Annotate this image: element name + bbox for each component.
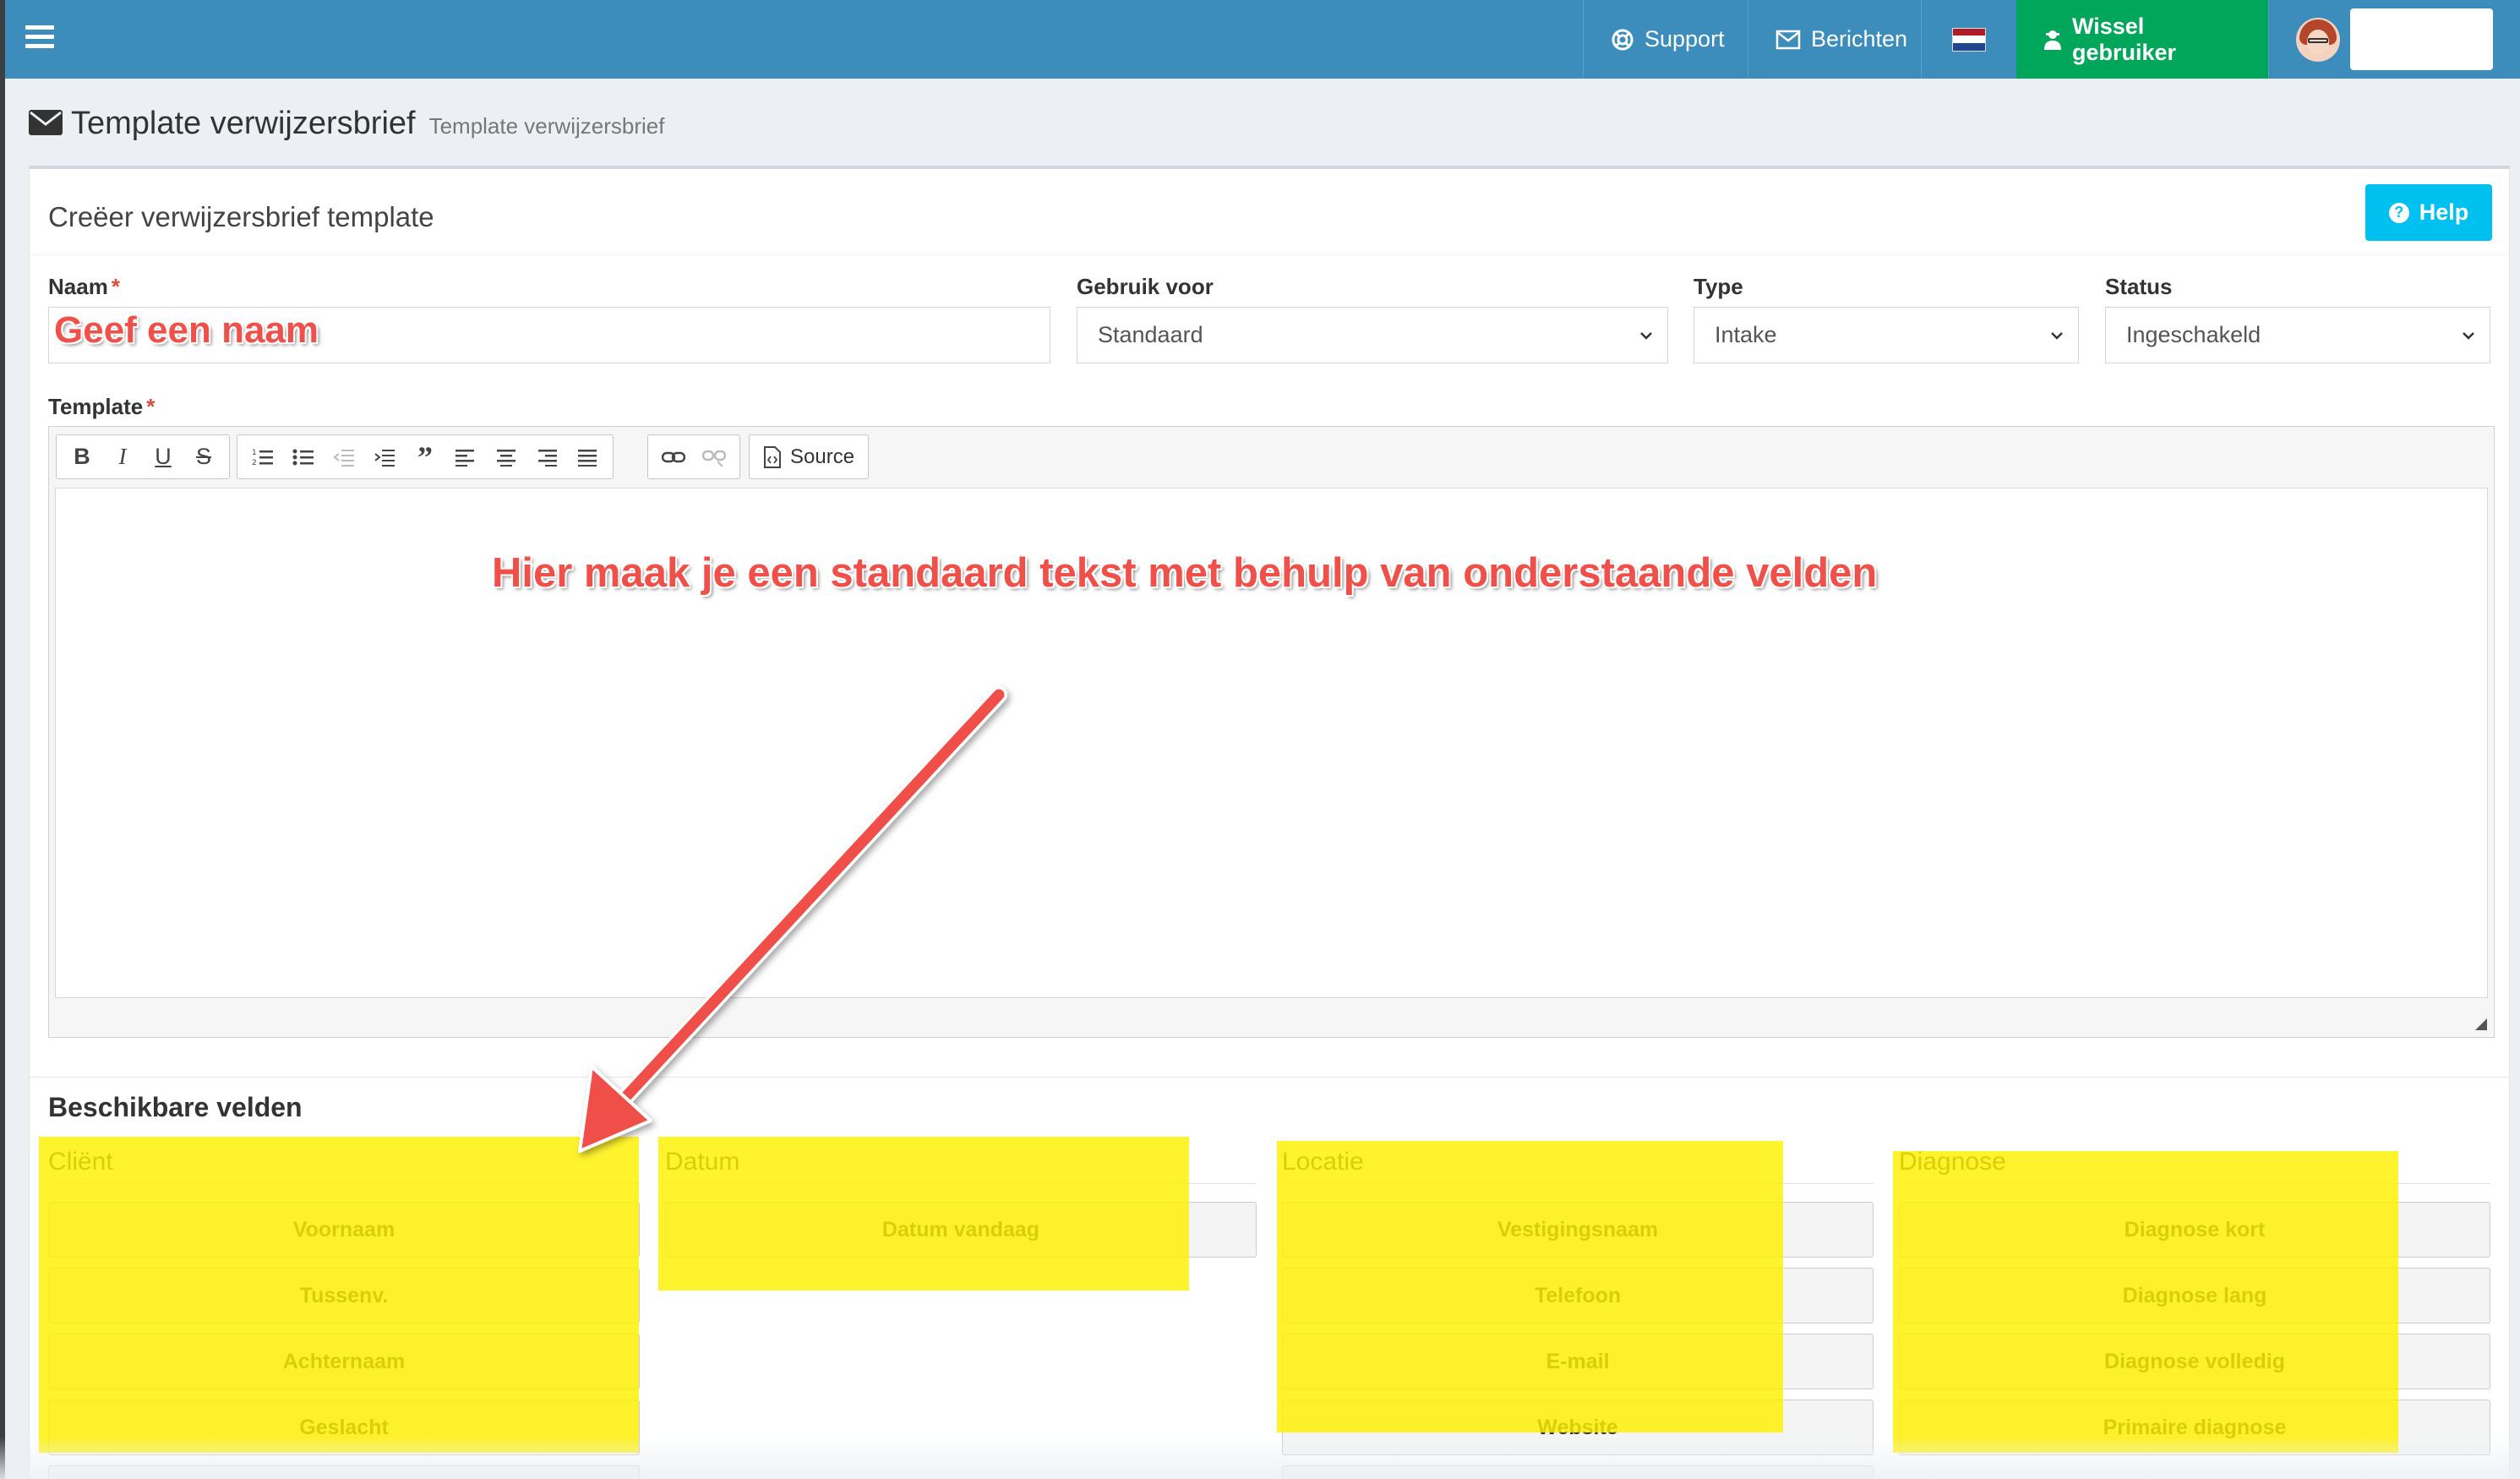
annotation-arrow <box>578 686 1007 1153</box>
